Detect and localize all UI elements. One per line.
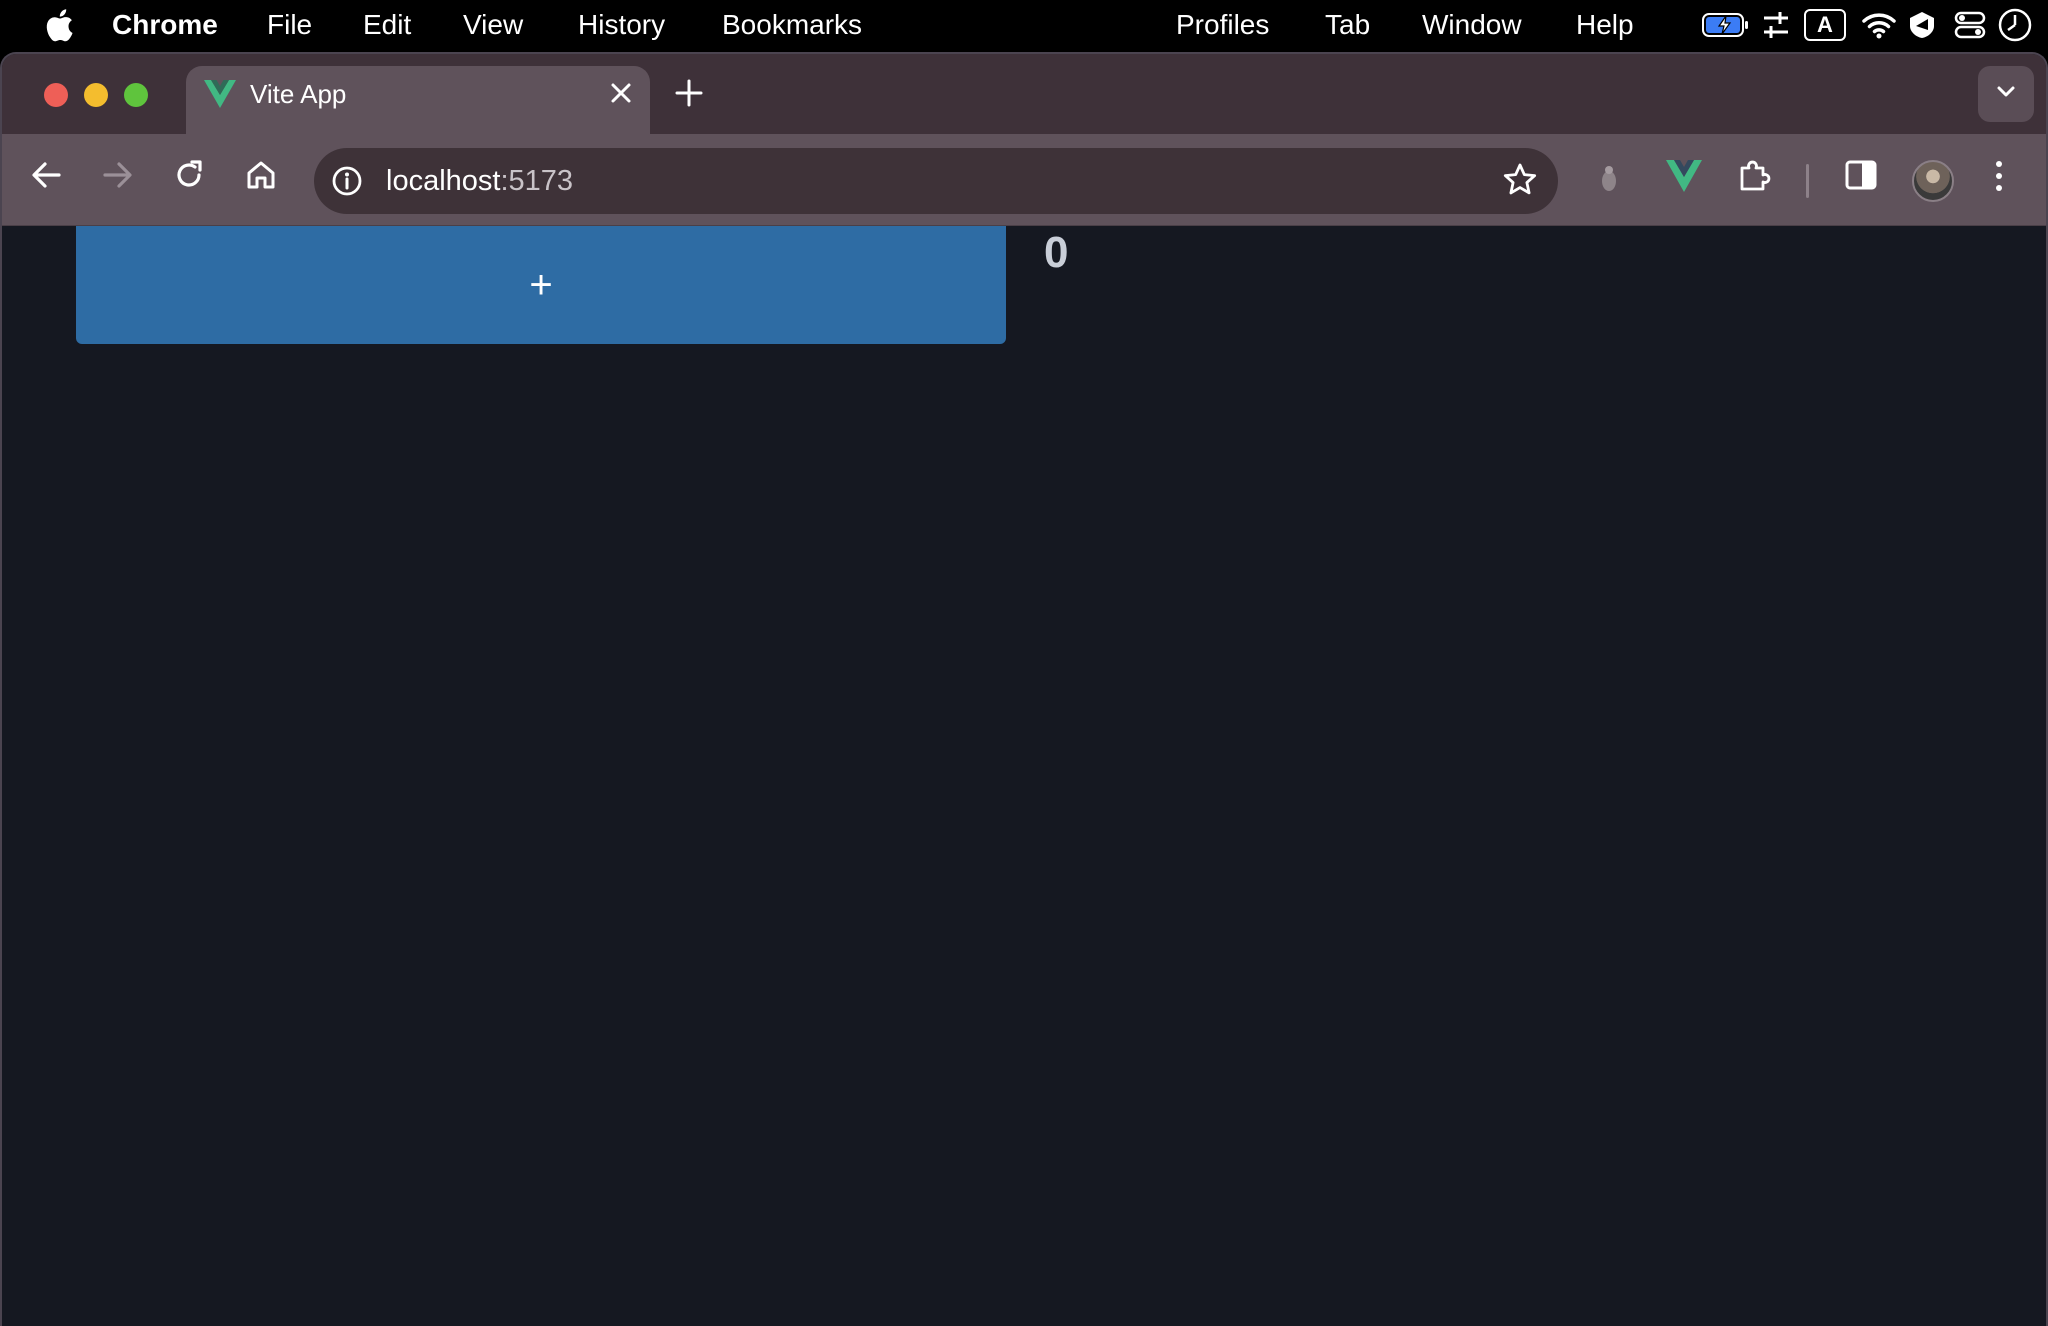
- address-bar[interactable]: localhost:5173: [314, 148, 1558, 214]
- forward-arrow-icon[interactable]: [100, 158, 134, 197]
- macos-menu-bar: Chrome File Edit View History Bookmarks …: [0, 0, 2048, 50]
- menu-tab[interactable]: Tab: [1325, 8, 1370, 42]
- tab-vite-app[interactable]: Vite App: [186, 66, 650, 136]
- menu-bookmarks[interactable]: Bookmarks: [722, 8, 862, 42]
- more-menu-icon[interactable]: [1992, 158, 2006, 199]
- new-tab-icon[interactable]: [674, 78, 704, 113]
- extensions-puzzle-icon[interactable]: [1736, 158, 1772, 199]
- menu-profiles[interactable]: Profiles: [1176, 8, 1269, 42]
- menu-window[interactable]: Window: [1422, 8, 1522, 42]
- sliders-icon[interactable]: [1760, 8, 1792, 42]
- tab-strip: Vite App: [2, 54, 2046, 136]
- browser-window: Vite App localhost:5173 + 0: [0, 52, 2048, 1326]
- menu-help[interactable]: Help: [1576, 8, 1634, 42]
- close-tab-icon[interactable]: [610, 82, 632, 109]
- tab-search-button[interactable]: [1978, 66, 2034, 122]
- minimize-window-button[interactable]: [84, 83, 108, 107]
- counter-value: 0: [1044, 228, 1069, 277]
- chevron-down-icon: [1996, 85, 2016, 104]
- bookmark-star-icon[interactable]: [1502, 162, 1538, 203]
- url-port: :5173: [500, 165, 574, 197]
- page-viewport: + 0: [2, 226, 2046, 1326]
- vue-logo-icon: [204, 80, 236, 113]
- menu-file[interactable]: File: [267, 8, 312, 42]
- vue-devtools-icon[interactable]: [1666, 160, 1702, 197]
- increment-button[interactable]: +: [76, 226, 1006, 344]
- shield-icon[interactable]: [1908, 8, 1936, 42]
- battery-icon[interactable]: [1702, 8, 1750, 42]
- profile-avatar[interactable]: [1912, 160, 1954, 202]
- home-icon[interactable]: [244, 158, 278, 197]
- toolbar-divider: [1806, 164, 1809, 198]
- menu-edit[interactable]: Edit: [363, 8, 411, 42]
- back-arrow-icon[interactable]: [30, 158, 64, 197]
- side-panel-icon[interactable]: [1844, 158, 1878, 197]
- site-info-icon[interactable]: [330, 164, 364, 203]
- input-source-label: A: [1804, 9, 1846, 41]
- close-window-button[interactable]: [44, 83, 68, 107]
- menu-view[interactable]: View: [463, 8, 523, 42]
- menu-app-name[interactable]: Chrome: [112, 8, 218, 42]
- control-center-icon[interactable]: [1954, 8, 1986, 42]
- zoom-window-button[interactable]: [124, 83, 148, 107]
- clock-icon[interactable]: [1998, 8, 2032, 42]
- extension-ghost-icon[interactable]: [1598, 164, 1620, 199]
- tab-title: Vite App: [250, 79, 347, 109]
- menu-history[interactable]: History: [578, 8, 665, 42]
- reload-icon[interactable]: [172, 158, 206, 197]
- url-text: localhost:5173: [386, 148, 573, 214]
- url-host: localhost: [386, 165, 501, 197]
- browser-toolbar: localhost:5173: [2, 134, 2046, 226]
- wifi-icon[interactable]: [1862, 8, 1896, 42]
- input-source-icon[interactable]: A: [1804, 8, 1846, 42]
- apple-logo-icon[interactable]: [44, 8, 74, 42]
